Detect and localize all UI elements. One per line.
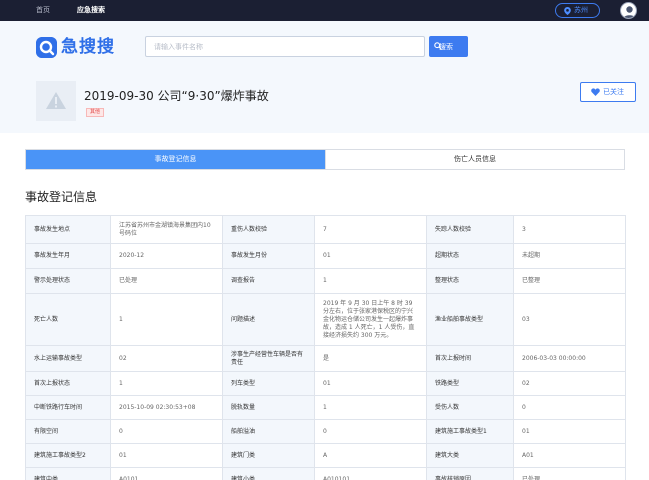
- field-label: 中断铁路行车时间: [25, 395, 111, 420]
- table-row: 建筑中类 A0101 建筑小类 A010101 事故核销原因 已处理: [25, 467, 626, 480]
- registration-info-table: 事故发生地点 江苏省苏州市金湖镇海景集团内10号码位 重伤人数校验 7 失踪人数…: [25, 215, 626, 480]
- field-label: 警示处理状态: [25, 268, 111, 294]
- field-value: 2015-10-09 02:30:53+08: [110, 395, 223, 420]
- field-label: 脱轨数量: [222, 395, 315, 420]
- field-value: 2006-03-03 00:00:00: [513, 345, 626, 372]
- field-value: 02: [110, 345, 223, 372]
- table-row: 中断铁路行车时间 2015-10-09 02:30:53+08 脱轨数量 1 受…: [25, 395, 626, 420]
- section-title: 事故登记信息: [25, 190, 98, 204]
- warning-icon: [46, 92, 66, 109]
- field-value: 0: [314, 419, 427, 444]
- field-label: 首次上报状态: [25, 371, 111, 396]
- heart-icon: [591, 88, 600, 96]
- field-value: A010101: [314, 467, 427, 480]
- field-label: 首次上报时间: [426, 345, 514, 372]
- field-label: 事故发生地点: [25, 215, 111, 244]
- field-label: 重伤人数校验: [222, 215, 315, 244]
- field-value: 03: [513, 293, 626, 346]
- field-value: 01: [110, 443, 223, 468]
- tab-casualty-info[interactable]: 伤亡人员信息: [325, 150, 624, 169]
- field-label: 问题描述: [222, 293, 315, 346]
- table-row: 首次上报状态 1 列车类型 01 铁路类型 02: [25, 371, 626, 396]
- field-value: 2019 年 9 月 30 日上午 8 时 39 分左右，位于张家港保税区的宁兴…: [314, 293, 427, 346]
- field-value: 2020-12: [110, 243, 223, 269]
- field-value: A01: [513, 443, 626, 468]
- field-label: 事故发生月份: [222, 243, 315, 269]
- field-label: 建筑小类: [222, 467, 315, 480]
- city-selector[interactable]: 苏州: [555, 3, 600, 18]
- field-value: 1: [110, 293, 223, 346]
- location-pin-icon: [564, 7, 571, 15]
- header: 急搜搜 搜索 2019-09-30 公司“9·30”爆炸事故 其他 已关注: [0, 21, 649, 133]
- field-label: 建筑施工事故类型1: [426, 419, 514, 444]
- field-value: 01: [314, 243, 427, 269]
- field-value: 0: [110, 419, 223, 444]
- field-label: 失踪人数校验: [426, 215, 514, 244]
- field-value: 01: [513, 419, 626, 444]
- event-thumbnail: [36, 81, 76, 121]
- nav-emergency-search[interactable]: 应急搜索: [77, 0, 105, 21]
- field-value: 3: [513, 215, 626, 244]
- city-label: 苏州: [574, 6, 588, 14]
- field-value: 02: [513, 371, 626, 396]
- field-label: 列车类型: [222, 371, 315, 396]
- event-category-tag: 其他: [86, 108, 105, 117]
- field-label: 超期状态: [426, 243, 514, 269]
- field-value: A: [314, 443, 427, 468]
- field-value: 未超期: [513, 243, 626, 269]
- nav-home[interactable]: 首页: [36, 0, 50, 21]
- logo-text: 急搜搜: [61, 37, 115, 57]
- field-value: 1: [314, 395, 427, 420]
- top-nav: 首页 应急搜索 苏州: [0, 0, 649, 21]
- field-label: 事故核销原因: [426, 467, 514, 480]
- field-label: 建筑中类: [25, 467, 111, 480]
- field-label: 调查报告: [222, 268, 315, 294]
- user-avatar-icon: [623, 6, 636, 18]
- field-label: 有限空间: [25, 419, 111, 444]
- table-row: 建筑施工事故类型2 01 建筑门类 A 建筑大类 A01: [25, 443, 626, 468]
- field-value: 7: [314, 215, 427, 244]
- table-row: 水上运输事故类型 02 涉事生产经营性车辆是否有责任 是 首次上报时间 2006…: [25, 345, 626, 372]
- search-input[interactable]: [145, 36, 425, 57]
- field-label: 建筑施工事故类型2: [25, 443, 111, 468]
- table-row: 有限空间 0 船舶溢油 0 建筑施工事故类型1 01: [25, 419, 626, 444]
- detail-tabs: 事故登记信息 伤亡人员信息: [25, 149, 625, 170]
- field-value: 1: [110, 371, 223, 396]
- field-label: 涉事生产经营性车辆是否有责任: [222, 345, 315, 372]
- avatar[interactable]: [620, 2, 637, 19]
- event-title: 2019-09-30 公司“9·30”爆炸事故: [84, 89, 269, 103]
- table-row: 事故发生年月 2020-12 事故发生月份 01 超期状态 未超期: [25, 243, 626, 269]
- field-value: 已处理: [513, 467, 626, 480]
- field-label: 建筑门类: [222, 443, 315, 468]
- field-label: 水上运输事故类型: [25, 345, 111, 372]
- logo-mark-icon: [36, 37, 57, 58]
- field-label: 事故发生年月: [25, 243, 111, 269]
- table-row: 死亡人数 1 问题描述 2019 年 9 月 30 日上午 8 时 39 分左右…: [25, 293, 626, 346]
- field-label: 受伤人数: [426, 395, 514, 420]
- field-label: 船舶溢油: [222, 419, 315, 444]
- search-button[interactable]: 搜索: [429, 36, 468, 57]
- field-label: 建筑大类: [426, 443, 514, 468]
- field-value: 江苏省苏州市金湖镇海景集团内10号码位: [110, 215, 223, 244]
- field-value: 1: [314, 268, 427, 294]
- field-value: 0: [513, 395, 626, 420]
- tab-registration-info[interactable]: 事故登记信息: [26, 150, 325, 169]
- field-value: 已整理: [513, 268, 626, 294]
- follow-button-label: 已关注: [603, 88, 624, 96]
- field-value: 已处理: [110, 268, 223, 294]
- field-value: 是: [314, 345, 427, 372]
- table-row: 事故发生地点 江苏省苏州市金湖镇海景集团内10号码位 重伤人数校验 7 失踪人数…: [25, 215, 626, 244]
- field-value: A0101: [110, 467, 223, 480]
- field-value: 01: [314, 371, 427, 396]
- search-icon: [434, 42, 442, 50]
- field-label: 整理状态: [426, 268, 514, 294]
- field-label: 铁路类型: [426, 371, 514, 396]
- field-label: 死亡人数: [25, 293, 111, 346]
- follow-button[interactable]: 已关注: [580, 82, 636, 102]
- table-row: 警示处理状态 已处理 调查报告 1 整理状态 已整理: [25, 268, 626, 294]
- field-label: 渔业船舶事故类型: [426, 293, 514, 346]
